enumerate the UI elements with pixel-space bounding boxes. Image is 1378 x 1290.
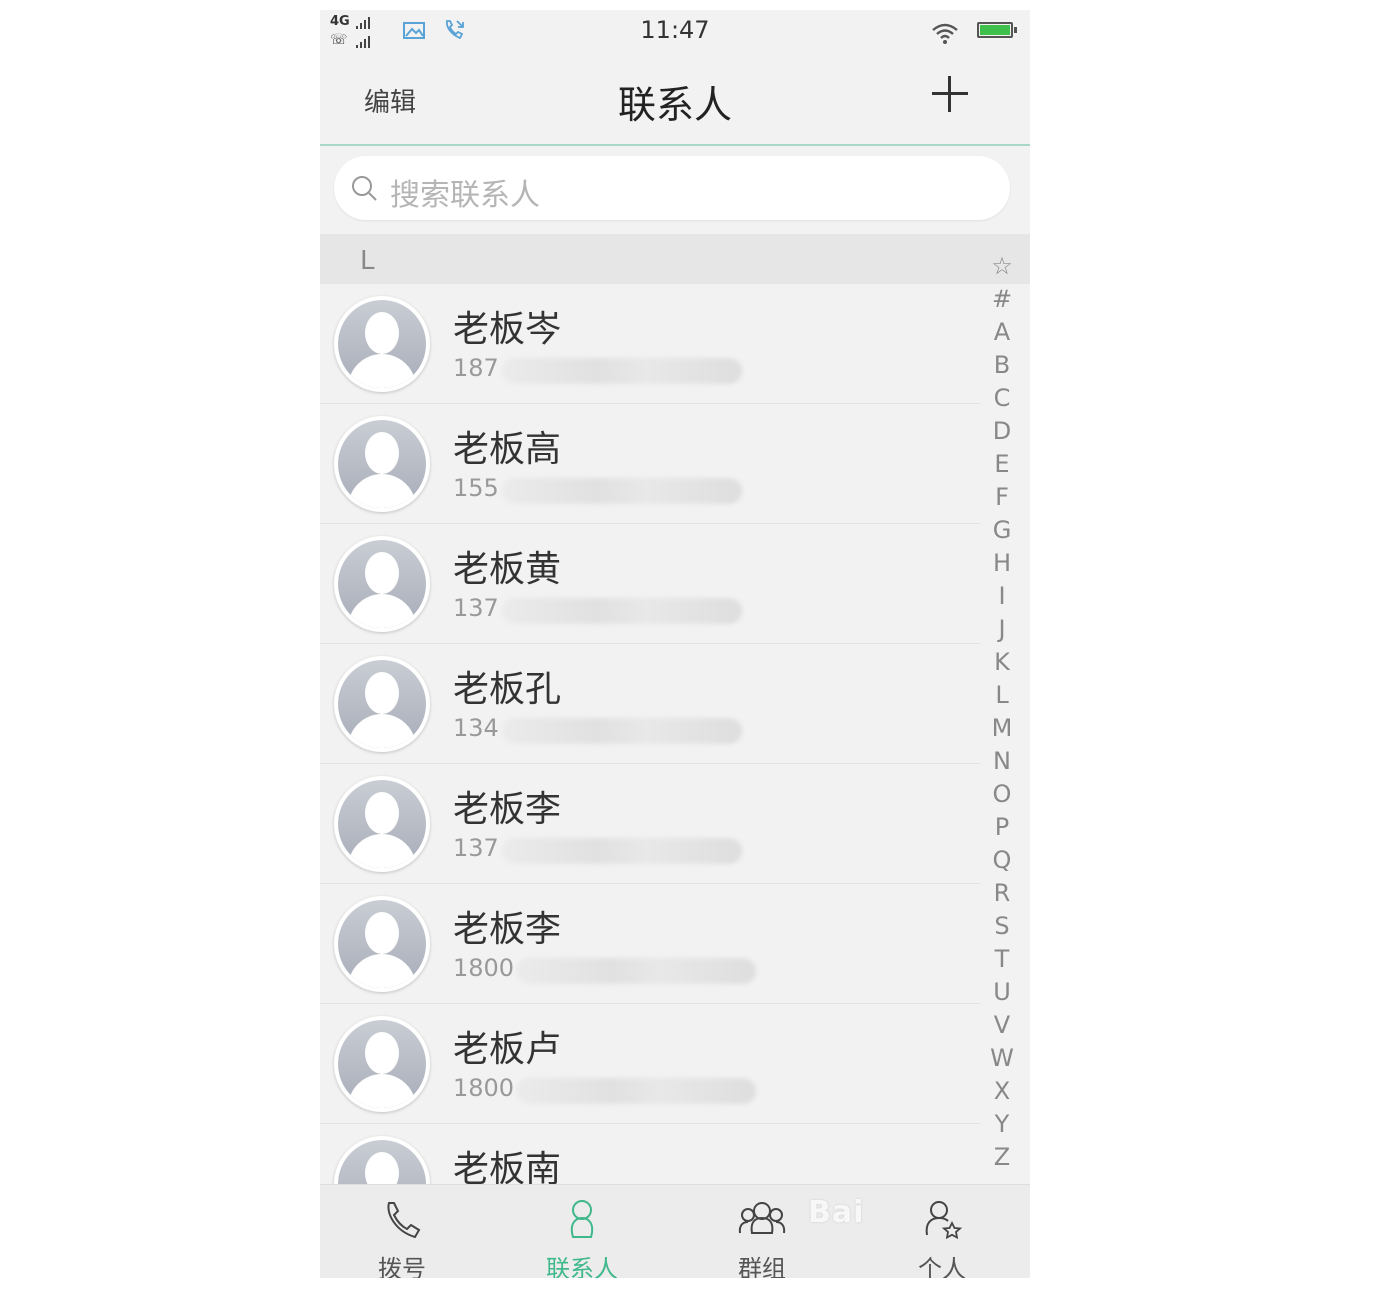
index-favorites-star-icon[interactable]: ☆: [986, 250, 1018, 283]
contact-row[interactable]: 老板卢 1800: [320, 1004, 980, 1124]
contact-row[interactable]: 老板黄 137: [320, 524, 980, 644]
phone-icon: [387, 1202, 421, 1239]
contact-name: 老板李: [453, 909, 562, 950]
index-letter[interactable]: Y: [986, 1108, 1018, 1141]
index-letter[interactable]: E: [986, 448, 1018, 481]
avatar: [334, 536, 430, 632]
avatar: [334, 776, 430, 872]
tab-dialer[interactable]: 拨号: [342, 1197, 462, 1278]
app-header: 编辑 联系人: [320, 54, 1030, 144]
contact-phone: 134: [453, 714, 499, 742]
tab-label: 群组: [738, 1255, 786, 1278]
groups-icon: [738, 1202, 786, 1234]
index-letter[interactable]: T: [986, 943, 1018, 976]
contact-list: 老板岑 187 老板高 155 老板黄 137 老板孔 134 老板李 137: [320, 284, 980, 1184]
blurred-phone-digits: [502, 358, 742, 384]
index-letter[interactable]: P: [986, 811, 1018, 844]
contact-name: 老板卢: [453, 1029, 562, 1070]
bottom-tab-bar: 拨号 联系人 群组 个人 Bai: [320, 1184, 1030, 1278]
index-letter[interactable]: Q: [986, 844, 1018, 877]
tab-label: 拨号: [378, 1255, 426, 1278]
index-letter[interactable]: X: [986, 1075, 1018, 1108]
contact-row[interactable]: 老板高 155: [320, 404, 980, 524]
avatar: [334, 656, 430, 752]
index-letter[interactable]: L: [986, 679, 1018, 712]
profile-star-icon: [925, 1201, 963, 1240]
contact-phone: 1800: [453, 954, 515, 982]
blurred-phone-digits: [502, 718, 742, 744]
blurred-phone-digits: [502, 598, 742, 624]
index-letter[interactable]: B: [986, 349, 1018, 382]
blurred-phone-digits: [516, 958, 756, 984]
contact-phone: 187: [453, 354, 499, 382]
avatar: [334, 896, 430, 992]
index-letter[interactable]: M: [986, 712, 1018, 745]
phone-screen: 4G ☏ 11:47 编辑 联系人 搜索联系人 L 老板岑 187 老板高 15…: [320, 10, 1030, 1278]
contact-phone: 137: [453, 594, 499, 622]
page-title: 联系人: [617, 83, 732, 127]
contact-row[interactable]: 老板岑 187: [320, 284, 980, 404]
index-letter[interactable]: J: [986, 613, 1018, 646]
contact-row[interactable]: 老板南: [320, 1124, 980, 1184]
tab-contacts[interactable]: 联系人: [522, 1197, 642, 1278]
contact-name: 老板南: [453, 1149, 562, 1184]
contact-phone: 137: [453, 834, 499, 862]
blurred-phone-digits: [516, 1078, 756, 1104]
index-letter[interactable]: D: [986, 415, 1018, 448]
index-letter[interactable]: H: [986, 547, 1018, 580]
blurred-phone-digits: [502, 478, 742, 504]
index-letter[interactable]: F: [986, 481, 1018, 514]
wifi-icon: [932, 23, 958, 44]
tab-label: 联系人: [546, 1255, 618, 1278]
status-bar: 4G ☏ 11:47: [320, 10, 1030, 54]
contact-name: 老板高: [453, 429, 562, 470]
contact-name: 老板黄: [453, 549, 562, 590]
avatar: [334, 1136, 430, 1184]
search-placeholder: 搜索联系人: [390, 178, 540, 213]
contact-row[interactable]: 老板李 1800: [320, 884, 980, 1004]
index-letter[interactable]: A: [986, 316, 1018, 349]
index-letter[interactable]: G: [986, 514, 1018, 547]
index-letter[interactable]: N: [986, 745, 1018, 778]
index-letter[interactable]: Z: [986, 1141, 1018, 1174]
contacts-icon: [570, 1200, 594, 1238]
index-letter[interactable]: #: [986, 283, 1018, 316]
battery-icon: [977, 22, 1017, 38]
section-letter: L: [360, 246, 375, 276]
index-letter[interactable]: C: [986, 382, 1018, 415]
index-letter[interactable]: R: [986, 877, 1018, 910]
search-input[interactable]: 搜索联系人: [334, 156, 1010, 220]
add-contact-button[interactable]: [932, 76, 968, 112]
header-divider: [320, 144, 1030, 146]
index-letter[interactable]: S: [986, 910, 1018, 943]
search-icon: [352, 176, 377, 201]
blurred-phone-digits: [502, 838, 742, 864]
section-header: L: [320, 234, 1030, 284]
contact-name: 老板李: [453, 789, 562, 830]
contact-phone: 1800: [453, 1074, 515, 1102]
tab-label: 个人: [918, 1255, 966, 1278]
contact-row[interactable]: 老板孔 134: [320, 644, 980, 764]
index-letter[interactable]: W: [986, 1042, 1018, 1075]
alphabet-index[interactable]: ☆ # A B C D E F G H I J K L M N O P Q R …: [986, 250, 1018, 1174]
index-letter[interactable]: U: [986, 976, 1018, 1009]
clock: 11:47: [640, 16, 710, 44]
contact-phone: 155: [453, 474, 499, 502]
contact-row[interactable]: 老板李 137: [320, 764, 980, 884]
index-letter[interactable]: O: [986, 778, 1018, 811]
baidu-watermark: Bai: [808, 1195, 865, 1230]
tab-groups[interactable]: 群组: [702, 1197, 822, 1278]
index-letter[interactable]: I: [986, 580, 1018, 613]
avatar: [334, 416, 430, 512]
index-letter[interactable]: K: [986, 646, 1018, 679]
contact-name: 老板孔: [453, 669, 562, 710]
avatar: [334, 1016, 430, 1112]
contact-name: 老板岑: [453, 309, 562, 350]
avatar: [334, 296, 430, 392]
tab-profile[interactable]: 个人: [882, 1197, 1002, 1278]
index-letter[interactable]: V: [986, 1009, 1018, 1042]
